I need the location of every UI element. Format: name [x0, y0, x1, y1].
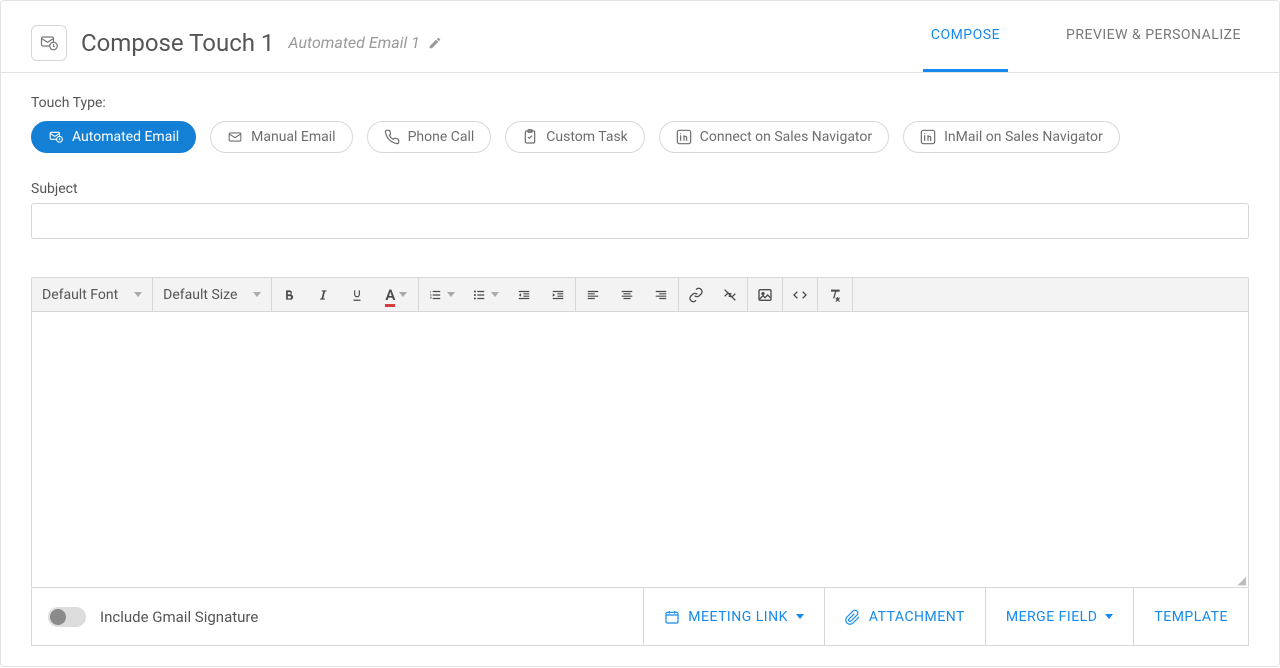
indent-button[interactable] — [541, 279, 575, 311]
option-custom-task[interactable]: Custom Task — [505, 121, 644, 153]
header: Compose Touch 1 Automated Email 1 COMPOS… — [1, 1, 1279, 73]
option-label: InMail on Sales Navigator — [944, 129, 1103, 145]
phone-icon — [384, 129, 400, 145]
chevron-down-icon — [796, 614, 804, 619]
attachment-button[interactable]: ATTACHMENT — [824, 588, 985, 645]
touch-icon-box — [31, 25, 67, 61]
align-center-button[interactable] — [610, 279, 644, 311]
subtitle-text: Automated Email 1 — [288, 33, 419, 52]
italic-button[interactable] — [306, 279, 340, 311]
header-left: Compose Touch 1 Automated Email 1 — [31, 25, 442, 61]
subject-input[interactable] — [31, 203, 1249, 239]
option-inmail-sales-navigator[interactable]: InMail on Sales Navigator — [903, 121, 1120, 153]
editor-footer: Include Gmail Signature MEETING LINK ATT… — [31, 588, 1249, 646]
header-tabs: COMPOSE PREVIEW & PERSONALIZE — [923, 13, 1249, 72]
mail-clock-icon — [39, 34, 59, 52]
merge-field-button[interactable]: MERGE FIELD — [985, 588, 1134, 645]
option-label: Custom Task — [546, 129, 627, 145]
ordered-list-button[interactable] — [419, 279, 463, 311]
compose-touch-panel: Compose Touch 1 Automated Email 1 COMPOS… — [0, 0, 1280, 667]
chevron-down-icon — [447, 292, 455, 297]
page-title: Compose Touch 1 — [81, 29, 274, 57]
touch-type-options: Automated Email Manual Email Phone Call … — [31, 121, 1249, 153]
attachment-label: ATTACHMENT — [869, 609, 965, 625]
meeting-link-label: MEETING LINK — [688, 609, 788, 625]
attachment-icon — [845, 609, 861, 625]
gmail-signature-toggle[interactable] — [48, 607, 86, 627]
template-label: TEMPLATE — [1154, 609, 1228, 625]
body: Touch Type: Automated Email Manual Email… — [1, 73, 1279, 668]
linkedin-icon — [920, 129, 936, 145]
template-button[interactable]: TEMPLATE — [1133, 588, 1248, 645]
font-family-select[interactable]: Default Font — [32, 287, 152, 303]
clear-formatting-button[interactable] — [818, 279, 852, 311]
tab-preview-personalize[interactable]: PREVIEW & PERSONALIZE — [1058, 27, 1249, 72]
mail-clock-icon — [48, 130, 64, 144]
gmail-signature-label: Include Gmail Signature — [100, 608, 258, 626]
align-right-button[interactable] — [644, 279, 678, 311]
touch-type-label: Touch Type: — [31, 95, 1249, 111]
chevron-down-icon — [399, 292, 407, 297]
clipboard-icon — [522, 129, 538, 145]
page-subtitle: Automated Email 1 — [288, 33, 441, 52]
mail-icon — [227, 130, 243, 144]
subject-label: Subject — [31, 181, 1249, 197]
font-size-label: Default Size — [163, 287, 237, 303]
option-label: Manual Email — [251, 129, 335, 145]
bold-button[interactable] — [272, 279, 306, 311]
outdent-button[interactable] — [507, 279, 541, 311]
chevron-down-icon — [1105, 614, 1113, 619]
option-phone-call[interactable]: Phone Call — [367, 121, 492, 153]
toggle-knob — [50, 609, 66, 625]
linkedin-icon — [676, 129, 692, 145]
rich-text-editor: Default Font Default Size — [31, 277, 1249, 588]
option-manual-email[interactable]: Manual Email — [210, 121, 352, 153]
editor-toolbar: Default Font Default Size — [32, 278, 1248, 312]
option-label: Connect on Sales Navigator — [700, 129, 872, 145]
chevron-down-icon — [134, 292, 142, 297]
underline-button[interactable] — [340, 279, 374, 311]
text-color-button[interactable]: A — [374, 279, 418, 311]
option-connect-sales-navigator[interactable]: Connect on Sales Navigator — [659, 121, 889, 153]
align-left-button[interactable] — [576, 279, 610, 311]
unordered-list-button[interactable] — [463, 279, 507, 311]
tab-compose[interactable]: COMPOSE — [923, 27, 1008, 72]
insert-link-button[interactable] — [679, 279, 713, 311]
footer-left: Include Gmail Signature — [32, 588, 643, 645]
font-family-label: Default Font — [42, 287, 118, 303]
calendar-icon — [664, 609, 680, 625]
chevron-down-icon — [253, 292, 261, 297]
option-automated-email[interactable]: Automated Email — [31, 121, 196, 153]
option-label: Automated Email — [72, 129, 179, 145]
meeting-link-button[interactable]: MEETING LINK — [643, 588, 824, 645]
edit-icon[interactable] — [428, 36, 442, 50]
remove-link-button[interactable] — [713, 279, 747, 311]
editor-body[interactable]: ◢ — [32, 312, 1248, 587]
code-view-button[interactable] — [783, 279, 817, 311]
insert-image-button[interactable] — [748, 279, 782, 311]
font-size-select[interactable]: Default Size — [153, 287, 271, 303]
chevron-down-icon — [491, 292, 499, 297]
resize-grip-icon: ◢ — [1238, 577, 1246, 585]
option-label: Phone Call — [408, 129, 475, 145]
merge-field-label: MERGE FIELD — [1006, 609, 1098, 625]
